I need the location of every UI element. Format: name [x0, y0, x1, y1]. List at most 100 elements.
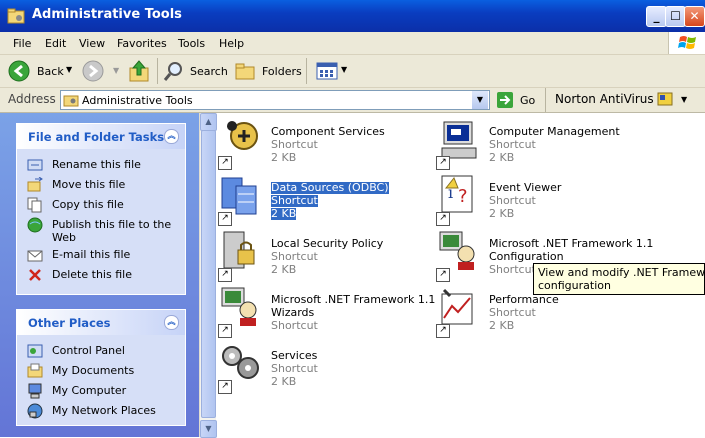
go-button[interactable]: Go [496, 90, 538, 110]
views-dropdown-icon: ▼ [341, 65, 348, 74]
maximize-button[interactable]: ☐ [665, 6, 686, 27]
windows-logo-icon [668, 32, 705, 54]
file-size: 2 KB [271, 375, 297, 388]
file-name: Event Viewer [489, 181, 562, 194]
toolbar-separator [306, 58, 307, 84]
close-button[interactable]: ✕ [684, 6, 705, 27]
scroll-up-button[interactable]: ▲ [200, 113, 217, 131]
menu-file[interactable]: File [13, 37, 31, 50]
file-component-services[interactable]: ↗ Component Services Shortcut 2 KB [218, 118, 428, 170]
window-title: Administrative Tools [32, 7, 182, 22]
file-size: 2 KB [271, 207, 297, 220]
toolbar: Back ▼ ▼ Search Folders ▼ [0, 55, 705, 88]
folders-button[interactable]: Folders [234, 59, 302, 83]
shortcut-arrow-icon: ↗ [218, 156, 232, 170]
toolbar-separator [545, 88, 546, 112]
globe-icon [27, 217, 43, 233]
file-type: Shortcut [489, 306, 536, 319]
scroll-down-button[interactable]: ▼ [200, 420, 217, 438]
file-type: Shortcut [489, 263, 536, 276]
email-icon [27, 250, 43, 262]
file-folder-tasks-title: File and Folder Tasks [28, 130, 165, 144]
file-name-line1: Microsoft .NET Framework 1.1 [271, 293, 436, 306]
task-label: Copy this file [52, 198, 124, 211]
task-label: Delete this file [52, 268, 132, 281]
file-name: Performance [489, 293, 559, 306]
back-button[interactable]: Back ▼ [8, 59, 76, 83]
collapse-chevron-icon[interactable]: ︽ [164, 129, 179, 144]
menu-favorites[interactable]: Favorites [117, 37, 167, 50]
network-places-icon [27, 403, 43, 419]
other-places-title: Other Places [28, 316, 111, 330]
file-type: Shortcut [271, 362, 318, 375]
shortcut-arrow-icon: ↗ [218, 324, 232, 338]
file-name: Computer Management [489, 125, 620, 138]
address-dropdown-icon[interactable]: ▼ [472, 91, 488, 109]
search-button[interactable]: Search [163, 59, 229, 83]
views-button[interactable]: ▼ [314, 60, 350, 82]
folder-tools-icon [63, 95, 79, 107]
norton-antivirus-label: Norton AntiVirus [555, 92, 654, 106]
address-label: Address [8, 92, 56, 106]
task-pane: File and Folder Tasks ︽ Rename this file… [0, 113, 199, 437]
file-name-line2: Configuration [489, 250, 564, 263]
shortcut-arrow-icon: ↗ [218, 268, 232, 282]
menu-bar: File Edit View Favorites Tools Help [0, 32, 705, 55]
back-dropdown-icon[interactable]: ▼ [66, 65, 72, 74]
file-size: 2 KB [271, 263, 297, 276]
file-folder-tasks-header[interactable]: File and Folder Tasks ︽ [17, 124, 185, 149]
menu-help[interactable]: Help [219, 37, 244, 50]
file-size: 2 KB [271, 151, 297, 164]
minimize-button[interactable]: _ [646, 6, 667, 27]
title-bar[interactable]: Administrative Tools _ ☐ ✕ [0, 0, 705, 32]
folder-tools-icon [7, 8, 25, 24]
shortcut-arrow-icon: ↗ [436, 268, 450, 282]
norton-dropdown-icon[interactable]: ▼ [681, 95, 687, 104]
menu-view[interactable]: View [79, 37, 105, 50]
file-name: Local Security Policy [271, 237, 384, 250]
collapse-chevron-icon[interactable]: ︽ [164, 315, 179, 330]
forward-dropdown-icon[interactable]: ▼ [113, 66, 119, 75]
shortcut-arrow-icon: ↗ [436, 156, 450, 170]
menu-edit[interactable]: Edit [45, 37, 66, 50]
other-places-header[interactable]: Other Places ︽ [17, 310, 185, 335]
file-computer-management[interactable]: ↗ Computer Management Shortcut 2 KB [436, 118, 646, 170]
my-documents-icon [27, 363, 43, 378]
address-value: Administrative Tools [82, 94, 193, 107]
place-label: My Computer [52, 384, 127, 397]
file-size: 2 KB [489, 151, 515, 164]
go-arrow-icon [497, 92, 513, 108]
task-label: E-mail this file [52, 248, 131, 261]
file-local-security-policy[interactable]: ↗ Local Security Policy Shortcut 2 KB [218, 230, 428, 282]
menu-tools[interactable]: Tools [178, 37, 205, 50]
forward-button[interactable] [82, 60, 104, 82]
views-icon [316, 62, 338, 80]
file-folder-tasks-panel: File and Folder Tasks ︽ Rename this file… [16, 123, 186, 295]
up-folder-button[interactable] [128, 59, 150, 83]
search-icon [163, 62, 182, 81]
shortcut-arrow-icon: ↗ [436, 324, 450, 338]
file-type: Shortcut [271, 250, 318, 263]
file-services[interactable]: ↗ Services Shortcut 2 KB [218, 342, 428, 394]
other-places-panel: Other Places ︽ Control Panel My Document… [16, 309, 186, 426]
shortcut-arrow-icon: ↗ [436, 212, 450, 226]
file-size: 2 KB [489, 207, 515, 220]
address-field[interactable]: Administrative Tools ▼ [60, 90, 490, 110]
file-data-sources-odbc[interactable]: ↗ Data Sources (ODBC) Shortcut 2 KB [218, 174, 428, 226]
control-panel-icon [27, 344, 43, 358]
toolbar-separator [157, 58, 158, 84]
task-label: Move this file [52, 178, 126, 191]
scroll-thumb[interactable] [201, 130, 216, 418]
tooltip-line1: View and modify .NET Framework s [538, 266, 705, 279]
file-event-viewer[interactable]: i ? ↗ Event Viewer Shortcut 2 KB [436, 174, 646, 226]
tooltip: View and modify .NET Framework s configu… [533, 263, 705, 295]
norton-antivirus-icon[interactable] [657, 91, 673, 107]
back-label: Back [37, 65, 64, 78]
file-name: Services [271, 349, 318, 362]
shortcut-arrow-icon: ↗ [218, 380, 232, 394]
file-net-framework-wizards[interactable]: ↗ Microsoft .NET Framework 1.1 Wizards S… [218, 286, 435, 338]
my-computer-icon [28, 383, 42, 399]
folders-icon [235, 63, 255, 80]
vertical-scrollbar[interactable]: ▲ ▼ [199, 113, 217, 438]
file-type: Shortcut [271, 138, 318, 151]
